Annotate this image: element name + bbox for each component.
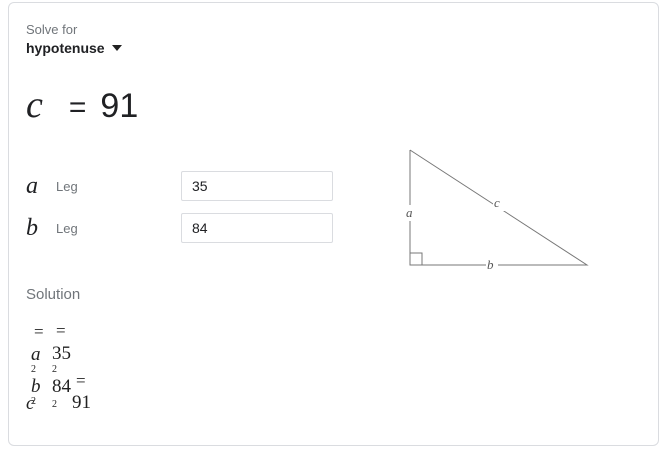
solution-title: Solution	[26, 286, 81, 303]
diagram-label-b: b	[487, 257, 494, 272]
leg-b-input[interactable]	[181, 213, 333, 243]
variable-a-symbol: a	[26, 172, 38, 199]
result-value: 91	[100, 87, 139, 125]
right-angle-marker	[410, 252, 423, 265]
solution-exponent-2: 2	[52, 364, 57, 375]
result-display: c = 91	[26, 83, 138, 127]
input-row-a: a Leg	[26, 170, 333, 202]
diagram-label-a: a	[406, 205, 413, 220]
solution-equals-3: =	[76, 371, 86, 390]
solution-equals-1: =	[34, 322, 44, 341]
leg-b-label: Leg	[56, 220, 78, 236]
solution-value-91: 91	[72, 392, 91, 413]
solve-for-label: Solve for	[26, 22, 78, 37]
input-row-b: b Leg	[26, 212, 333, 244]
result-variable: c	[26, 84, 43, 126]
chevron-down-icon	[111, 45, 122, 51]
variable-b-symbol: b	[26, 214, 38, 241]
solution-var-a: a	[31, 344, 41, 365]
solution-equals-2: =	[56, 321, 66, 340]
solution-exponent-4: 2	[52, 399, 57, 410]
solution-value-35: 35	[52, 343, 71, 364]
solve-for-dropdown[interactable]: hypotenuse	[26, 40, 122, 56]
solution-exponent-3: 2	[31, 396, 36, 407]
leg-a-input[interactable]	[181, 171, 333, 201]
solution-value-84: 84	[52, 376, 71, 397]
result-equals: =	[68, 91, 87, 124]
solution-exponent-1: 2	[31, 364, 36, 375]
calculator-card: Solve for hypotenuse c = 91 a Leg b Leg …	[8, 2, 659, 446]
triangle-diagram: a b c	[403, 149, 589, 273]
leg-a-label: Leg	[56, 178, 78, 194]
solve-for-selected: hypotenuse	[26, 40, 105, 56]
diagram-label-c: c	[494, 195, 500, 210]
